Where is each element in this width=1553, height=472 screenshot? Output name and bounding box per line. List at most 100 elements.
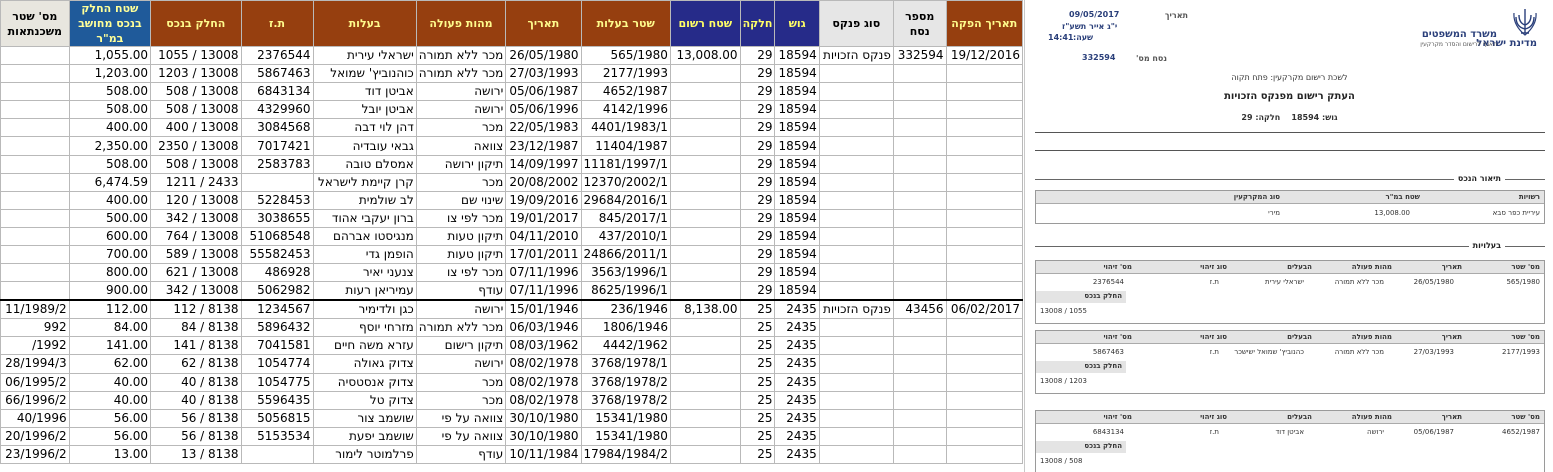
- cell-share[interactable]: 1055 / 13008: [150, 45, 242, 66]
- cell-owner[interactable]: מנגיסטו אברהם: [312, 226, 417, 247]
- cell-share[interactable]: 84 / 8138: [150, 318, 242, 338]
- cell-mortgage-deed[interactable]: [0, 226, 70, 247]
- cell-mortgage-deed[interactable]: [0, 82, 70, 102]
- cell-ownership-deed[interactable]: 3768/1978/2: [580, 372, 671, 392]
- cell-mortgage-deed[interactable]: [0, 208, 70, 228]
- cell-owner[interactable]: ישראלי עירית: [312, 45, 417, 66]
- cell-action[interactable]: מכר לפי צו: [415, 208, 507, 228]
- cell-register-type[interactable]: [818, 172, 894, 192]
- col-header-registered-area[interactable]: שטח רשום: [669, 0, 741, 47]
- cell-helka[interactable]: 25: [739, 318, 776, 338]
- cell-owner[interactable]: צדוק גאולה: [312, 354, 417, 374]
- cell-helka[interactable]: 29: [739, 136, 776, 156]
- cell-mortgage-deed[interactable]: [0, 190, 70, 210]
- cell-nesach-number[interactable]: [892, 318, 947, 338]
- cell-share-area[interactable]: 508.00: [68, 154, 152, 174]
- cell-ownership-deed[interactable]: 236/1946: [580, 299, 671, 320]
- cell-helka[interactable]: 29: [739, 45, 776, 66]
- cell-owner[interactable]: שושמב יפעת: [312, 426, 417, 446]
- cell-gush[interactable]: 2435: [774, 336, 820, 356]
- col-header-share-area[interactable]: שטח החלק בנכס מחושב במ"ר: [68, 0, 152, 47]
- cell-id[interactable]: 5867463: [240, 64, 314, 84]
- cell-nesach-number[interactable]: [892, 354, 947, 374]
- cell-date[interactable]: 26/05/1980: [505, 45, 582, 66]
- cell-id[interactable]: 5896432: [240, 318, 314, 338]
- cell-registered-area[interactable]: [669, 82, 741, 102]
- cell-date[interactable]: 30/10/1980: [505, 408, 582, 428]
- cell-ownership-deed[interactable]: 4652/1987: [580, 82, 671, 102]
- cell-mortgage-deed[interactable]: 23/1996/2: [0, 444, 70, 464]
- cell-registered-area[interactable]: [669, 100, 741, 120]
- cell-date[interactable]: 14/09/1997: [505, 154, 582, 174]
- cell-register-type[interactable]: [818, 426, 894, 446]
- cell-owner[interactable]: דהן לוי דבה: [312, 118, 417, 138]
- cell-nesach-number[interactable]: 43456: [892, 299, 947, 320]
- col-header-id[interactable]: ת.ז: [240, 0, 314, 47]
- cell-gush[interactable]: 2435: [774, 318, 820, 338]
- cell-mortgage-deed[interactable]: 20/1996/2: [0, 426, 70, 446]
- cell-id[interactable]: 1234567: [240, 299, 314, 320]
- cell-registered-area[interactable]: [669, 226, 741, 247]
- cell-gush[interactable]: 18594: [774, 190, 820, 210]
- cell-share-area[interactable]: 508.00: [68, 100, 152, 120]
- cell-production-date[interactable]: [945, 390, 1023, 410]
- cell-date[interactable]: 08/02/1978: [505, 390, 582, 410]
- cell-owner[interactable]: צדוק טל: [312, 390, 417, 410]
- cell-nesach-number[interactable]: [892, 118, 947, 138]
- cell-action[interactable]: עודף: [415, 281, 507, 301]
- cell-helka[interactable]: 29: [739, 64, 776, 84]
- cell-register-type[interactable]: [818, 208, 894, 228]
- cell-production-date[interactable]: [945, 64, 1023, 84]
- cell-share-area[interactable]: 2,350.00: [68, 136, 152, 156]
- cell-register-type[interactable]: [818, 263, 894, 283]
- cell-ownership-deed[interactable]: 1806/1946: [580, 318, 671, 338]
- cell-helka[interactable]: 29: [739, 226, 776, 247]
- cell-helka[interactable]: 29: [739, 118, 776, 138]
- cell-mortgage-deed[interactable]: 66/1996/2: [0, 390, 70, 410]
- cell-action[interactable]: מכר ללא תמורה: [415, 64, 507, 84]
- cell-nesach-number[interactable]: [892, 136, 947, 156]
- cell-ownership-deed[interactable]: 24866/2011/1: [580, 245, 671, 265]
- cell-gush[interactable]: 18594: [774, 226, 820, 247]
- cell-ownership-deed[interactable]: 3768/1978/1: [580, 354, 671, 374]
- cell-id[interactable]: 3038655: [240, 208, 314, 228]
- cell-nesach-number[interactable]: [892, 408, 947, 428]
- cell-share-area[interactable]: 800.00: [68, 263, 152, 283]
- cell-helka[interactable]: 25: [739, 390, 776, 410]
- cell-registered-area[interactable]: [669, 426, 741, 446]
- cell-registered-area[interactable]: [669, 318, 741, 338]
- cell-share[interactable]: 62 / 8138: [150, 354, 242, 374]
- cell-register-type[interactable]: [818, 226, 894, 247]
- cell-nesach-number[interactable]: [892, 263, 947, 283]
- cell-registered-area[interactable]: [669, 408, 741, 428]
- cell-register-type[interactable]: פנקס הזכויות: [818, 45, 894, 66]
- cell-share[interactable]: 1211 / 2433: [150, 172, 242, 192]
- cell-registered-area[interactable]: [669, 118, 741, 138]
- cell-ownership-deed[interactable]: 2177/1993: [580, 64, 671, 84]
- cell-share[interactable]: 508 / 13008: [150, 100, 242, 120]
- cell-ownership-deed[interactable]: 15341/1980: [580, 408, 671, 428]
- cell-date[interactable]: 17/01/2011: [505, 245, 582, 265]
- cell-share[interactable]: 40 / 8138: [150, 390, 242, 410]
- cell-registered-area[interactable]: [669, 372, 741, 392]
- cell-registered-area[interactable]: [669, 208, 741, 228]
- cell-id[interactable]: 55582453: [240, 245, 314, 265]
- cell-action[interactable]: תיקון רישום: [415, 336, 507, 356]
- cell-ownership-deed[interactable]: 15341/1980: [580, 426, 671, 446]
- cell-mortgage-deed[interactable]: [0, 45, 70, 66]
- cell-ownership-deed[interactable]: 29684/2016/1: [580, 190, 671, 210]
- cell-register-type[interactable]: פנקס הזכויות: [818, 299, 894, 320]
- cell-action[interactable]: מכר לפי צו: [415, 263, 507, 283]
- cell-action[interactable]: צוואה: [415, 136, 507, 156]
- cell-registered-area[interactable]: 8,138.00: [669, 299, 741, 320]
- cell-helka[interactable]: 29: [739, 172, 776, 192]
- cell-share-area[interactable]: 1,055.00: [68, 45, 152, 66]
- cell-ownership-deed[interactable]: 12370/2002/1: [580, 172, 671, 192]
- cell-date[interactable]: 19/01/2017: [505, 208, 582, 228]
- cell-register-type[interactable]: [818, 318, 894, 338]
- cell-share[interactable]: 400 / 13008: [150, 118, 242, 138]
- cell-owner[interactable]: גבאי עובדיה: [312, 136, 417, 156]
- cell-nesach-number[interactable]: [892, 281, 947, 301]
- cell-ownership-deed[interactable]: 8625/1996/1: [580, 281, 671, 301]
- cell-share-area[interactable]: 62.00: [68, 354, 152, 374]
